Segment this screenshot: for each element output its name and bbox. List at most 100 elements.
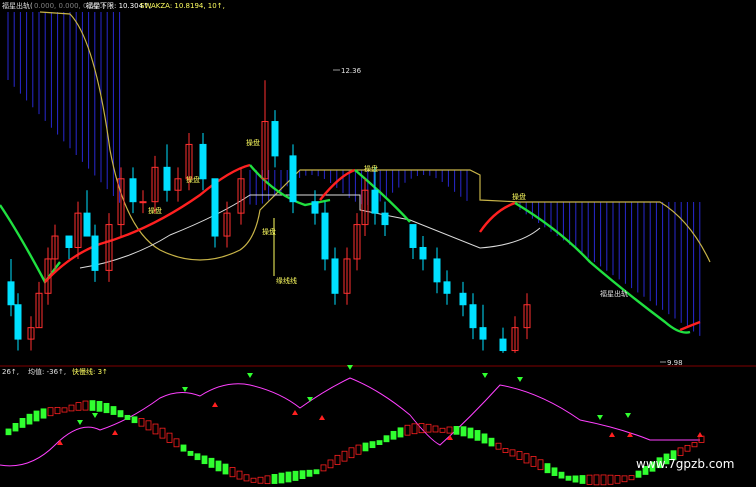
- candle-body: [7, 281, 15, 306]
- oscillator-bar: [460, 426, 467, 437]
- oscillator-bar: [124, 414, 131, 420]
- header-row: 福星出轨( 0.000, 0.000, 0.000) 福星下限: 10.304↑…: [2, 1, 225, 10]
- lower-panel: [0, 365, 705, 486]
- oscillator-bar: [250, 477, 257, 483]
- oscillator-bar: [628, 475, 635, 481]
- buy-arrow-icon: [112, 430, 118, 435]
- middle-line: [79, 194, 541, 269]
- oscillator-bar: [215, 460, 222, 472]
- lower-avg-label: 均值: -36↑,: [28, 367, 66, 376]
- buy-arrow-icon: [697, 432, 703, 437]
- oscillator-bar: [495, 442, 502, 450]
- oscillator-bar: [166, 432, 173, 443]
- oscillator-bar: [502, 448, 509, 453]
- oscillator-bar: [75, 402, 82, 411]
- candle-body: [331, 258, 339, 294]
- oscillator-bar: [516, 451, 523, 460]
- signal-label-a: 操盘: [246, 138, 260, 147]
- low-price-label: 9.98: [667, 359, 683, 367]
- oscillator-bar: [229, 467, 236, 478]
- oscillator-bar: [355, 444, 362, 455]
- candle-body: [129, 178, 137, 203]
- oscillator-bar: [320, 464, 327, 472]
- trend-line-down: [514, 201, 691, 334]
- candle-body: [419, 246, 427, 260]
- candle-body: [459, 292, 467, 306]
- signal-label-d: 操盘: [364, 164, 378, 173]
- trend-line-up: [679, 320, 701, 332]
- oscillator-bar: [61, 407, 68, 413]
- sell-arrow-icon: [92, 413, 98, 418]
- buy-arrow-icon: [627, 432, 633, 437]
- oscillator-bar: [439, 427, 446, 433]
- trend-line-up: [44, 163, 251, 283]
- candle-body: [65, 235, 73, 248]
- oscillator-bar: [586, 474, 593, 485]
- oscillator-bar: [600, 474, 607, 486]
- sell-arrow-icon: [247, 373, 253, 378]
- candle-body: [311, 201, 319, 214]
- oscillator-bar: [530, 456, 537, 467]
- oscillator-bar: [551, 467, 558, 476]
- oscillator-bar: [691, 442, 698, 448]
- oscillator-bar: [54, 406, 61, 415]
- oscillator-bar: [425, 423, 432, 433]
- candle-body: [433, 258, 441, 283]
- lower-value-label: 26↑,: [2, 368, 19, 376]
- sell-arrow-icon: [77, 420, 83, 425]
- oscillator-bar: [257, 476, 264, 484]
- oscillator-bar: [19, 418, 26, 428]
- oscillator-bar: [404, 424, 411, 436]
- oscillator-bar: [194, 453, 201, 461]
- oscillator-bar: [89, 400, 96, 411]
- oscillator-bar: [180, 444, 187, 452]
- oscillator-bar: [110, 406, 117, 415]
- candle-body: [163, 166, 171, 191]
- sell-arrow-icon: [182, 387, 188, 392]
- candle-body: [83, 212, 91, 237]
- oscillator-bar: [558, 471, 565, 479]
- oscillator-bar: [565, 475, 572, 481]
- oscillator-bar: [334, 454, 341, 465]
- swakza-label: SWAKZA: 10.8194, 10↑,: [140, 2, 225, 10]
- oscillator-bar: [292, 470, 299, 481]
- oscillator-bar: [376, 440, 383, 445]
- oscillator-bar: [698, 435, 705, 443]
- oscillator-bar: [82, 400, 89, 411]
- buy-arrow-icon: [212, 402, 218, 407]
- candle-body: [321, 212, 329, 260]
- candle-body: [469, 304, 477, 329]
- candle-body: [371, 189, 379, 214]
- signal-label-g: 缘线线: [276, 276, 297, 285]
- candle-body: [289, 155, 297, 203]
- watermark: www.7gpzb.com: [636, 457, 734, 471]
- oscillator-bar: [684, 444, 691, 452]
- buy-arrow-icon: [319, 415, 325, 420]
- oscillator-bar: [341, 450, 348, 462]
- oscillator-bar: [481, 433, 488, 444]
- candle-body: [14, 304, 22, 340]
- oscillator-bar: [453, 426, 460, 435]
- oscillator-bar: [467, 427, 474, 439]
- oscillator-bar: [607, 474, 614, 485]
- oscillator-bar: [369, 441, 376, 449]
- oscillator-bar: [621, 475, 628, 483]
- candle-body: [271, 121, 279, 157]
- candles: [7, 80, 531, 353]
- oscillator-bar: [145, 420, 152, 431]
- sell-arrow-icon: [625, 413, 631, 418]
- oscillator-bar: [362, 442, 369, 452]
- indicator-name: 福星出轨(: [2, 1, 33, 10]
- oscillator-bar: [474, 430, 481, 441]
- oscillator-bar: [159, 427, 166, 439]
- lower-header: 26↑, 均值: -36↑, 快慢线: 3↑: [2, 367, 108, 376]
- oscillator-bar: [152, 423, 159, 435]
- oscillator-bar: [509, 449, 516, 457]
- oscillator-bar: [117, 410, 124, 418]
- oscillator-bar: [544, 463, 551, 474]
- oscillator-bar: [271, 473, 278, 484]
- oscillator-bar: [131, 416, 138, 424]
- oscillator-bar: [523, 453, 530, 464]
- sell-arrow-icon: [482, 373, 488, 378]
- lower-signal-label: 快慢线: 3↑: [72, 367, 108, 376]
